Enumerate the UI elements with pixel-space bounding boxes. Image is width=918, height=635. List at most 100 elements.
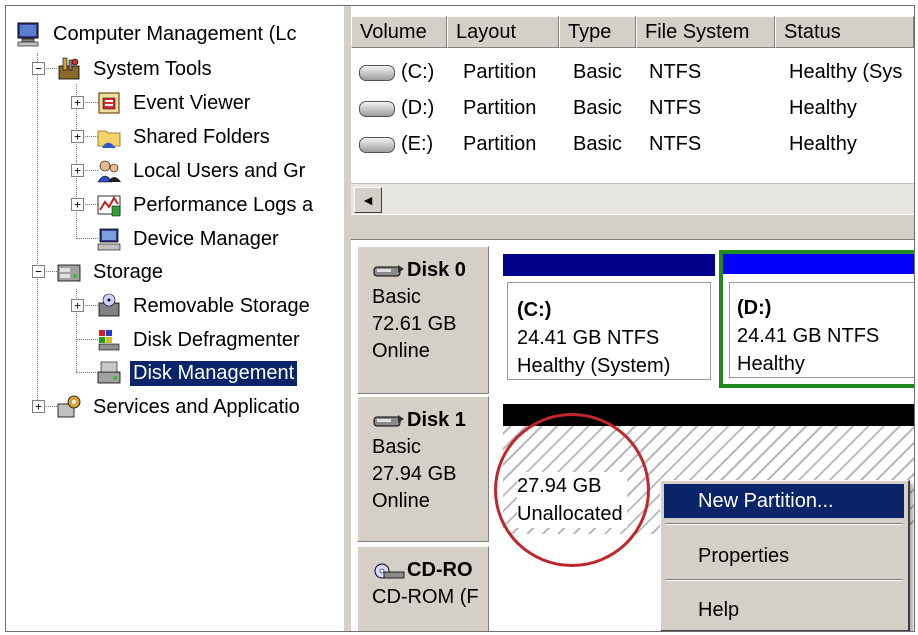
file-system-cell: NTFS <box>649 61 702 83</box>
disk-name: CD-RO <box>372 557 488 584</box>
partition-size: 27.94 GB <box>517 475 602 497</box>
disk-name: Disk 1 <box>372 407 488 434</box>
menu-item-help[interactable]: Help <box>664 593 904 627</box>
partition-d[interactable]: (D:) 24.41 GB NTFS Healthy <box>719 250 914 388</box>
event-viewer-expander[interactable]: + <box>71 96 84 109</box>
type-cell: Basic <box>573 97 622 119</box>
volume-icon <box>359 136 395 153</box>
column-header-layout[interactable]: Layout <box>447 16 559 48</box>
partition-info: (D:) 24.41 GB NTFS Healthy <box>737 294 879 378</box>
system-tools-expander[interactable]: − <box>32 62 45 75</box>
volume-name: (D:) <box>401 97 435 119</box>
menu-item-new-partition[interactable]: New Partition... <box>664 484 904 518</box>
layout-cell: Partition <box>463 61 537 83</box>
partition-title: (D:) <box>737 297 772 319</box>
type-cell: Basic <box>573 61 622 83</box>
column-header-status[interactable]: Status <box>775 16 914 48</box>
storage-expander[interactable]: − <box>32 265 45 278</box>
file-system-cell: NTFS <box>649 97 702 119</box>
status-cell: Healthy (Sys <box>789 61 903 83</box>
menu-separator <box>665 579 903 581</box>
cdrom-label[interactable]: CD-RO CD-ROM (F <box>357 546 489 631</box>
tree-item-storage[interactable]: Storage <box>56 257 166 287</box>
column-header-type[interactable]: Type <box>559 16 636 48</box>
layout-cell: Partition <box>463 97 537 119</box>
partition-c[interactable]: (C:) 24.41 GB NTFS Healthy (System) <box>503 254 715 384</box>
file-system-cell: NTFS <box>649 133 702 155</box>
disk-state: Online <box>372 490 430 512</box>
menu-item-properties[interactable]: Properties <box>664 539 904 573</box>
disk-name-text: Disk 0 <box>407 259 466 281</box>
tree-item-label: Storage <box>93 260 164 283</box>
shared-folders-expander[interactable]: + <box>71 130 84 143</box>
tree-connector <box>37 53 38 406</box>
disk-type: Basic <box>372 286 421 308</box>
tree-item-label: Services and Applicatio <box>93 395 300 418</box>
disk-1-label[interactable]: Disk 1 Basic 27.94 GB Online <box>357 396 489 542</box>
volume-cell: (C:) <box>359 58 434 86</box>
volume-cell: (E:) <box>359 130 433 158</box>
disk-size: 27.94 GB <box>372 463 457 485</box>
tree-item-label: Performance Logs a <box>133 193 314 216</box>
column-header-volume[interactable]: Volume <box>351 16 447 48</box>
tree-item-label: Event Viewer <box>133 91 251 114</box>
tree-item-local-users[interactable]: Local Users and Gr <box>96 156 308 186</box>
disk-size: 72.61 GB <box>372 313 457 335</box>
view-splitter[interactable] <box>351 214 914 240</box>
tree-item-device-manager[interactable]: Device Manager <box>96 224 282 254</box>
partition-bar <box>503 254 715 276</box>
tree-item-computer-management[interactable]: Computer Management (Lc <box>16 19 299 49</box>
console-tree: − + + + + − + + Computer Management (Lc <box>6 6 343 631</box>
tree-item-disk-defragmenter[interactable]: Disk Defragmenter <box>96 325 303 355</box>
services-apps-expander[interactable]: + <box>32 400 45 413</box>
event-viewer-icon <box>98 92 120 114</box>
disk-management-icon <box>97 361 121 384</box>
tree-item-removable-storage[interactable]: Removable Storage <box>96 291 313 321</box>
storage-icon <box>57 264 81 282</box>
partition-size: 24.41 GB NTFS <box>737 325 880 347</box>
removable-storage-expander[interactable]: + <box>71 299 84 312</box>
tree-item-label: Disk Management <box>130 360 298 386</box>
volume-row[interactable]: (C:) Partition Basic NTFS Healthy (Sys <box>351 54 914 90</box>
horizontal-scrollbar[interactable]: ◄ <box>351 183 914 214</box>
hard-disk-icon <box>373 264 404 276</box>
defragmenter-icon <box>98 330 120 351</box>
removable-storage-icon <box>98 293 120 317</box>
scroll-left-button[interactable]: ◄ <box>354 187 382 213</box>
local-users-expander[interactable]: + <box>71 164 84 177</box>
mmc-window: − + + + + − + + Computer Management (Lc <box>5 5 915 632</box>
tree-item-services-applications[interactable]: Services and Applicatio <box>56 392 303 422</box>
volume-cell: (D:) <box>359 94 434 122</box>
tree-item-event-viewer[interactable]: Event Viewer <box>96 88 253 118</box>
tree-connector <box>76 238 98 239</box>
disk-name: Disk 0 <box>372 257 488 284</box>
column-header-row: Volume Layout Type File System Status <box>351 16 914 50</box>
disk-name-text: Disk 1 <box>407 409 466 431</box>
tree-item-shared-folders[interactable]: Shared Folders <box>96 122 273 152</box>
menu-separator <box>665 523 903 525</box>
status-cell: Healthy <box>789 97 857 119</box>
column-header-file-system[interactable]: File System <box>636 16 775 48</box>
disk-0-label[interactable]: Disk 0 Basic 72.61 GB Online <box>357 246 489 394</box>
cdrom-icon <box>374 563 405 578</box>
volume-list: Volume Layout Type File System Status (C… <box>351 6 914 214</box>
tree-item-system-tools[interactable]: System Tools <box>56 54 215 84</box>
partition-info: 27.94 GB Unallocated <box>517 472 627 528</box>
tree-item-disk-management[interactable]: Disk Management <box>96 358 298 388</box>
toolbox-icon <box>58 57 80 80</box>
perf-logs-expander[interactable]: + <box>71 198 84 211</box>
tree-item-label: Device Manager <box>133 227 279 250</box>
partition-title: (C:) <box>517 299 552 321</box>
context-menu: New Partition... Properties Help <box>660 480 910 631</box>
tree-connector <box>76 339 98 340</box>
partition-status: Healthy (System) <box>517 355 671 377</box>
volume-row[interactable]: (E:) Partition Basic NTFS Healthy <box>351 126 914 162</box>
tree-item-performance-logs[interactable]: Performance Logs a <box>96 190 316 220</box>
partition-info: (C:) 24.41 GB NTFS Healthy (System) <box>517 296 670 380</box>
volume-name: (E:) <box>401 133 434 155</box>
volume-row[interactable]: (D:) Partition Basic NTFS Healthy <box>351 90 914 126</box>
tree-connector <box>76 372 98 373</box>
partition-bar <box>723 254 914 274</box>
volume-icon <box>359 100 395 117</box>
tree-item-label: Local Users and Gr <box>133 159 306 182</box>
